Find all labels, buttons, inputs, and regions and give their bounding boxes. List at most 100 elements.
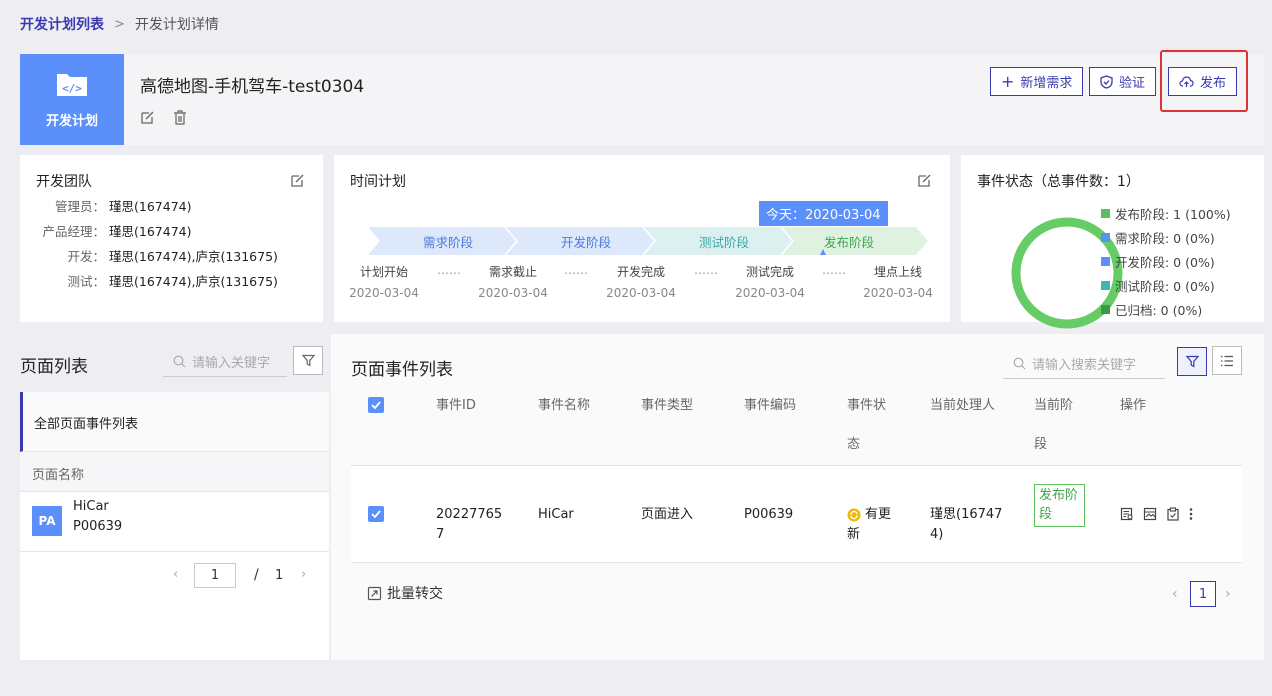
legend-label: 发布阶段: 1 (100%) [1115,206,1231,222]
team-row-dev: 开发： 瑾思(167474),庐京(131675) [20,246,323,265]
team-value: 瑾思(167474) [109,224,192,239]
event-filter-button[interactable] [1177,347,1207,376]
add-requirement-label: 新增需求 [1020,76,1073,91]
col-event-name: 事件名称 [538,398,591,413]
search-icon [173,355,186,368]
row-actions [1120,507,1193,521]
event-id-line: 7 [436,527,445,542]
clipboard-icon[interactable] [1166,507,1180,521]
svg-text:</>: </> [62,82,82,95]
milestone-dots: …… [437,263,461,277]
prev-page-icon[interactable]: ‹ [173,567,178,582]
milestone-date: 2020-03-04 [606,286,676,300]
select-all-checkbox[interactable] [368,397,384,413]
col-current-stage: 当前阶 [1034,398,1074,413]
events-page-number[interactable]: 1 [1190,581,1216,607]
team-row-pm: 产品经理： 瑾思(167474) [20,221,323,240]
all-events-label: 全部页面事件列表 [34,417,139,432]
milestone-label: 测试完成 [745,265,794,279]
page-item-code: P00639 [73,519,123,534]
page-list-title: 页面列表 [20,357,88,377]
legend-label: 开发阶段: 0 (0%) [1115,254,1215,270]
pager-separator: / [254,567,259,583]
events-title: 页面事件列表 [351,360,453,380]
schedule-edit-icon[interactable] [917,173,932,188]
event-search-input[interactable]: 请输入搜索关键字 [1003,349,1165,379]
title-actions [140,110,187,125]
image-icon[interactable] [1143,507,1157,521]
page-item-name: HiCar [73,499,109,514]
page-search-input[interactable]: 请输入关键字 [163,347,287,377]
stage-line: 发布阶 [1039,488,1079,503]
breadcrumb-link-plan-list[interactable]: 开发计划列表 [20,14,104,34]
avatar: PA [32,506,62,536]
publish-highlight-box [1160,50,1248,112]
page-number-input[interactable]: 1 [194,563,236,588]
status-card: 事件状态（总事件数：1） 发布阶段: 1 (100%) 需求阶段: 0 (0%)… [961,155,1264,329]
batch-transfer-button[interactable]: 批量转交 [367,583,443,603]
search-icon [1013,357,1026,370]
add-requirement-button[interactable]: + 新增需求 [990,67,1084,96]
milestone-dots: …… [694,263,718,277]
legend-swatch [1101,208,1110,218]
plan-logo-label: 开发计划 [45,114,98,129]
team-key: 产品经理： [42,224,105,239]
legend-swatch [1101,232,1110,242]
team-key: 管理员： [54,199,105,214]
verify-button[interactable]: 验证 [1089,67,1157,96]
legend-label: 测试阶段: 0 (0%) [1115,278,1215,294]
more-icon[interactable] [1189,507,1193,521]
verify-label: 验证 [1119,76,1146,91]
status-text: 新 [847,527,861,542]
edit-icon[interactable] [140,110,155,125]
pager-total: 1 [275,568,284,583]
row-checkbox[interactable] [368,506,384,522]
milestone-label: 需求截止 [488,265,537,279]
legend-item: 需求阶段: 0 (0%) [1101,225,1231,249]
team-title: 开发团队 [36,174,92,190]
breadcrumb-separator: > [114,16,125,32]
stage-publish: 发布阶段 [823,235,874,250]
milestone-date: 2020-03-04 [735,286,805,300]
cell-current-owner: 瑾思(16747 4) [930,505,1002,545]
milestone-dots: …… [564,263,588,277]
legend-label: 已归档: 0 (0%) [1115,302,1203,318]
legend-item: 已归档: 0 (0%) [1101,297,1231,321]
team-value: 瑾思(167474),庐京(131675) [109,249,278,264]
milestone-label: 埋点上线 [873,265,922,279]
stage-development: 开发阶段 [560,235,611,250]
cell-event-type: 页面进入 [641,507,694,522]
events-next-page-icon[interactable]: › [1225,586,1231,602]
next-page-icon[interactable]: › [301,567,306,582]
detail-icon[interactable] [1120,507,1134,521]
team-edit-icon[interactable] [290,173,305,188]
legend-item: 开发阶段: 0 (0%) [1101,249,1231,273]
milestone-label: 计划开始 [359,265,408,279]
team-value: 瑾思(167474) [109,199,192,214]
page-name-column: 页面名称 [32,468,85,483]
status-title: 事件状态（总事件数：1） [977,174,1140,190]
shield-icon [1100,74,1113,89]
column-settings-button[interactable] [1212,346,1242,375]
col-event-type: 事件类型 [641,398,694,413]
team-card: 开发团队 管理员： 瑾思(167474) 产品经理： 瑾思(167474) 开发： 瑾… [20,155,323,322]
col-event-status: 事件状 [847,398,887,413]
plan-header: </> 开发计划 高德地图-手机驾车-test0304 + 新增需求 验证 发布 [20,50,1264,145]
page-search-placeholder: 请输入关键字 [192,356,271,371]
events-prev-page-icon[interactable]: ‹ [1172,586,1178,602]
delete-icon[interactable] [173,110,187,125]
team-row-admin: 管理员： 瑾思(167474) [20,196,323,215]
team-row-test: 测试： 瑾思(167474),庐京(131675) [20,271,323,290]
filter-icon [1185,355,1199,368]
page-filter-button[interactable] [293,346,323,375]
event-search-placeholder: 请输入搜索关键字 [1032,358,1137,373]
check-icon [371,510,381,518]
cell-event-code: P00639 [744,507,794,522]
list-item[interactable]: PA HiCar P00639 [20,492,329,552]
all-events-item[interactable]: 全部页面事件列表 [20,392,329,452]
status-legend: 发布阶段: 1 (100%) 需求阶段: 0 (0%) 开发阶段: 0 (0%)… [1101,201,1231,321]
legend-item: 发布阶段: 1 (100%) [1101,201,1231,225]
stage-badge: 发布阶 段 [1034,484,1085,527]
milestone-date: 2020-03-04 [349,286,419,300]
legend-swatch [1101,280,1110,290]
